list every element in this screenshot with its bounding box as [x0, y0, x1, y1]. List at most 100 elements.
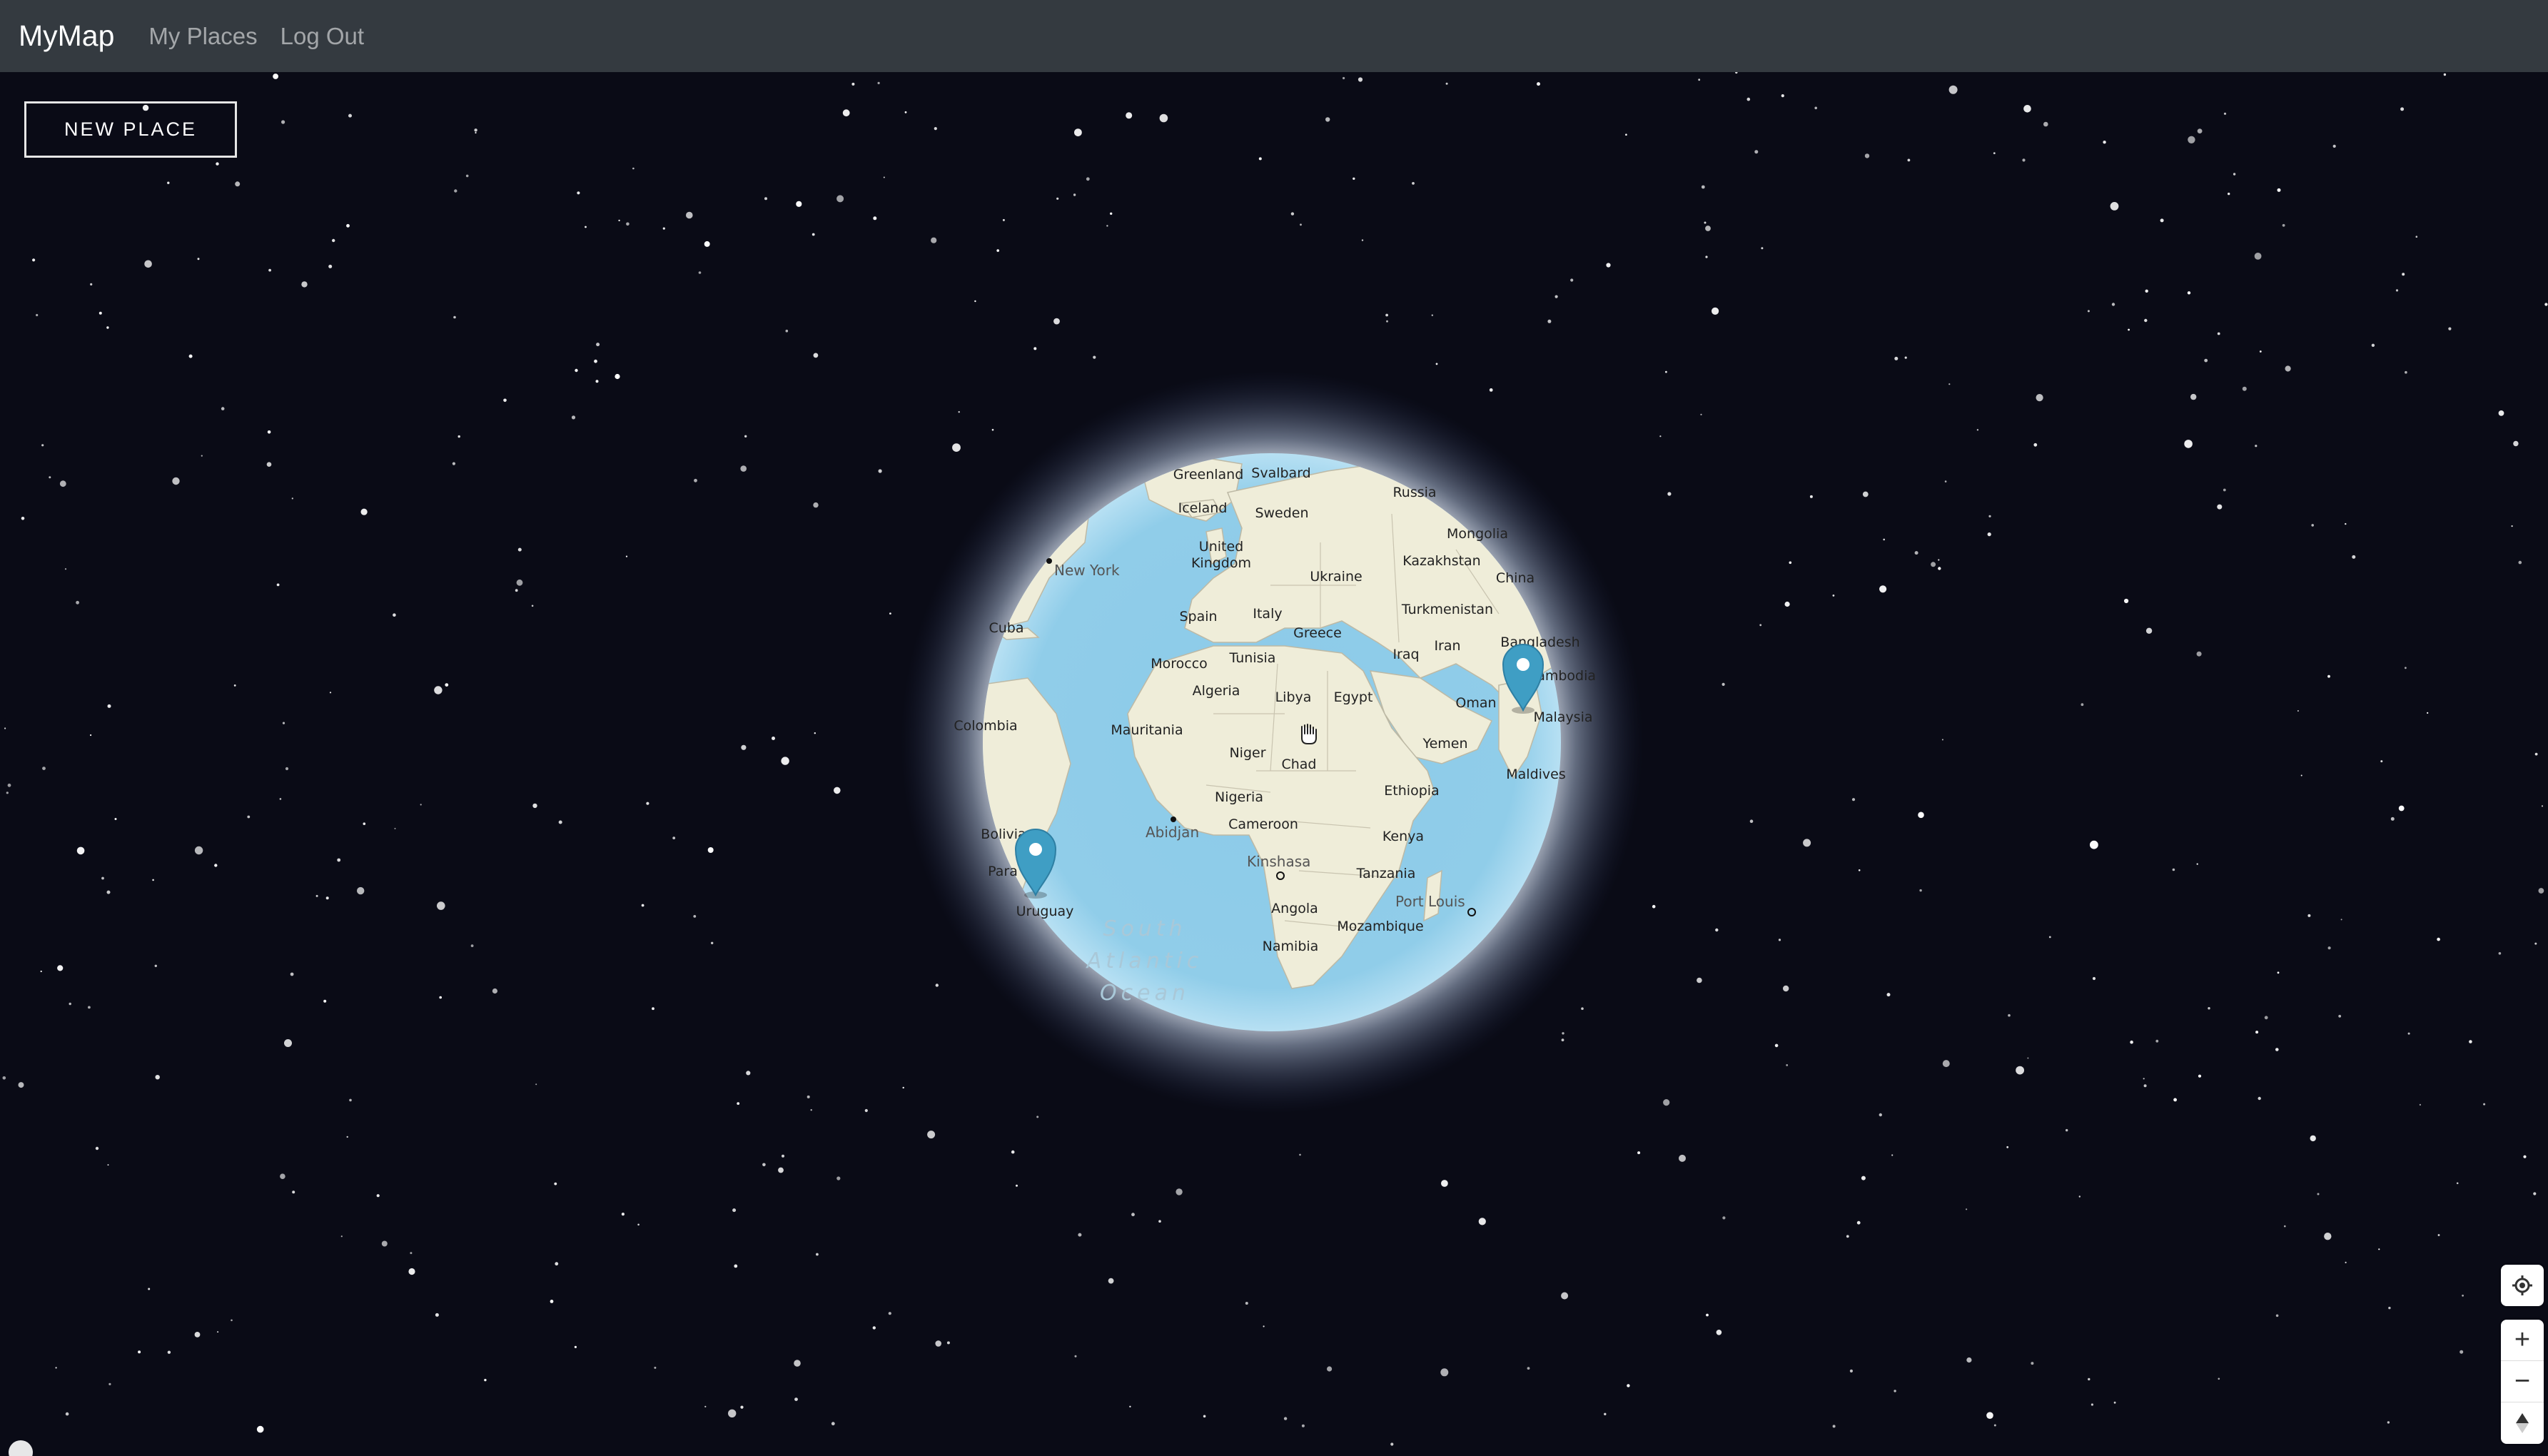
star	[2415, 236, 2418, 238]
star	[595, 380, 599, 383]
star	[1245, 1302, 1248, 1305]
star	[836, 195, 844, 203]
star	[1561, 1038, 1564, 1041]
star	[2254, 253, 2262, 260]
star	[2066, 1128, 2068, 1132]
star	[1856, 1220, 1861, 1225]
star	[2511, 525, 2513, 527]
star	[996, 249, 999, 252]
minus-icon: −	[2514, 1366, 2531, 1396]
star	[1698, 79, 1701, 81]
star	[1712, 307, 1719, 315]
star	[2204, 358, 2208, 363]
star	[785, 329, 789, 333]
star	[1774, 1043, 1779, 1048]
nav-link-my-places[interactable]: My Places	[148, 23, 257, 50]
star	[1786, 1064, 1789, 1066]
star	[1918, 812, 1924, 819]
star	[101, 876, 104, 880]
star	[1938, 567, 1941, 570]
star	[2184, 440, 2193, 448]
star	[1722, 1216, 1726, 1220]
star	[872, 1326, 876, 1330]
star	[935, 1340, 941, 1347]
star	[1907, 158, 1911, 162]
star	[376, 1194, 380, 1198]
star	[814, 732, 817, 734]
star	[2223, 112, 2227, 115]
star	[646, 802, 649, 805]
star	[672, 836, 676, 839]
star	[439, 996, 442, 999]
map-canvas[interactable]: Greenland Svalbard Russia Iceland Sweden…	[0, 72, 2548, 1456]
star	[2297, 710, 2299, 712]
star	[772, 737, 775, 740]
star	[107, 704, 111, 708]
star	[641, 904, 644, 907]
star	[2155, 1039, 2159, 1043]
star	[727, 1409, 737, 1418]
star	[1942, 1060, 1950, 1068]
star	[1705, 256, 1708, 258]
star	[2255, 445, 2258, 448]
star	[98, 311, 102, 315]
star	[654, 1366, 657, 1369]
star	[2456, 1182, 2459, 1185]
star	[1343, 76, 1345, 80]
star	[1761, 247, 1764, 250]
zoom-in-button[interactable]: +	[2501, 1320, 2544, 1361]
geolocate-button[interactable]	[2501, 1265, 2544, 1306]
star	[290, 972, 294, 976]
star	[1625, 133, 1627, 136]
nav-link-log-out[interactable]: Log Out	[280, 23, 364, 50]
star	[65, 1412, 69, 1416]
star	[904, 111, 907, 113]
star	[693, 915, 697, 918]
star	[235, 181, 241, 187]
star	[934, 127, 937, 131]
star	[503, 398, 507, 403]
zoom-out-button[interactable]: −	[2501, 1361, 2544, 1402]
star	[1851, 798, 1856, 802]
star	[2378, 1248, 2380, 1250]
star	[946, 1341, 950, 1345]
star	[2277, 971, 2280, 974]
star	[2016, 1066, 2025, 1075]
star	[737, 1102, 740, 1105]
new-place-button[interactable]: NEW PLACE	[24, 101, 237, 158]
star	[577, 191, 580, 195]
star	[1704, 221, 1707, 224]
star	[2027, 1057, 2029, 1059]
star	[281, 120, 285, 124]
star	[279, 798, 282, 800]
star	[1158, 1220, 1161, 1223]
star	[1914, 551, 1918, 555]
star	[1814, 106, 1817, 110]
star	[2462, 1294, 2464, 1297]
star	[2190, 393, 2197, 400]
star	[1705, 226, 1711, 231]
star	[2541, 805, 2544, 807]
star	[273, 74, 278, 79]
star	[1606, 263, 1611, 268]
star	[1891, 1154, 1894, 1156]
star	[301, 281, 308, 288]
star	[1258, 157, 1262, 161]
star	[1706, 1313, 1709, 1317]
star	[2228, 192, 2230, 196]
star	[167, 1350, 171, 1354]
compass-button[interactable]	[2501, 1402, 2544, 1444]
marker-dot-icon	[1517, 658, 1530, 671]
star	[2259, 350, 2262, 353]
brand-logo[interactable]: MyMap	[19, 19, 114, 53]
star	[1074, 128, 1082, 136]
star	[1325, 117, 1330, 122]
star	[2307, 914, 2311, 917]
star	[782, 1154, 784, 1158]
star	[214, 864, 218, 867]
star	[152, 879, 154, 881]
star	[1667, 492, 1672, 496]
star	[381, 1240, 388, 1247]
star	[2427, 712, 2429, 714]
star	[2033, 443, 2038, 447]
